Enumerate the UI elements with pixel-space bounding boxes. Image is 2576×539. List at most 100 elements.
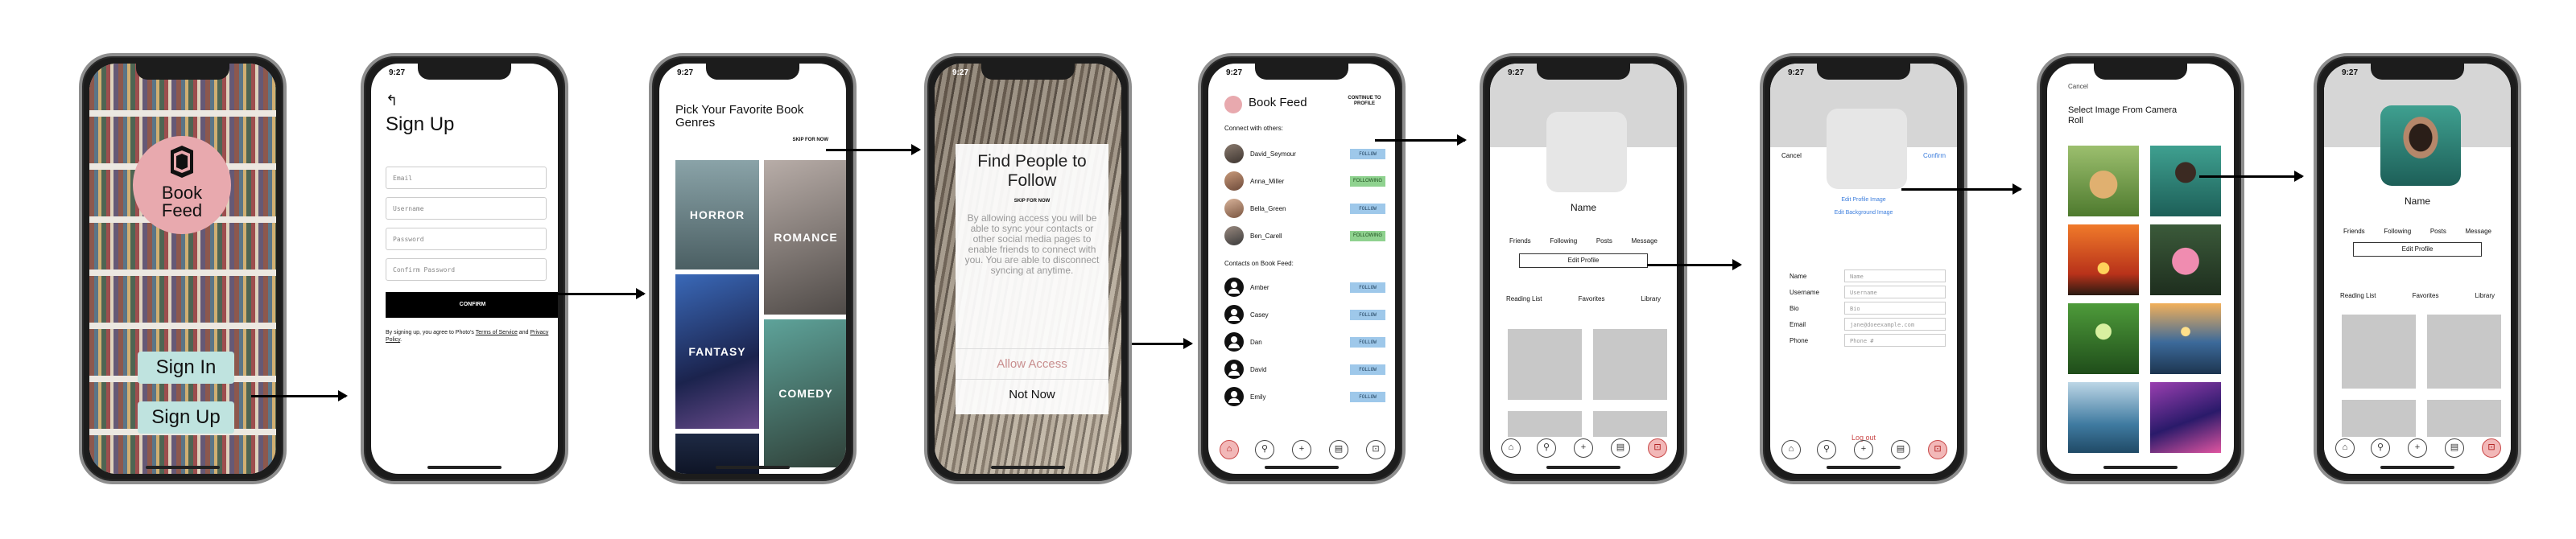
book-placeholder[interactable] [1593, 329, 1667, 400]
following-button[interactable]: FOLLOWING [1350, 176, 1385, 187]
photo-thumbnail[interactable] [2150, 303, 2221, 374]
tab-favorites[interactable]: Favorites [2413, 292, 2439, 299]
follow-button[interactable]: FOLLOW [1350, 364, 1385, 375]
confirm-password-field[interactable]: Confirm Password [386, 258, 547, 281]
confirm-button[interactable]: Confirm [1923, 152, 1946, 159]
password-field[interactable]: Password [386, 228, 547, 250]
library-icon[interactable]: ▤ [1329, 440, 1348, 459]
profile-avatar[interactable] [1827, 109, 1907, 189]
logo-text-line2: Feed [161, 200, 203, 220]
bio-field[interactable]: Bio [1844, 302, 1946, 315]
profile-name: Name [2404, 195, 2430, 207]
confirm-button[interactable]: CONFIRM [386, 292, 558, 318]
flow-arrow-6 [1647, 259, 1742, 270]
plus-icon[interactable]: + [1854, 440, 1873, 459]
phone-field[interactable]: Phone # [1844, 334, 1946, 347]
tab-reading-list[interactable]: Reading List [2340, 292, 2376, 299]
flow-arrow-5 [1375, 134, 1467, 146]
search-icon[interactable]: ⚲ [2371, 438, 2390, 458]
find-people-modal: Find People to Follow SKIP FOR NOW By al… [956, 144, 1108, 414]
edit-profile-button[interactable]: Edit Profile [1519, 253, 1648, 268]
posts-stat[interactable]: Posts [1596, 237, 1612, 245]
phone-sign-up: 9:27 ↰ Sign Up Email Username Password C… [361, 53, 568, 484]
cancel-button[interactable]: Cancel [2068, 83, 2088, 90]
follow-button[interactable]: FOLLOW [1350, 149, 1385, 159]
profile-avatar[interactable] [1546, 112, 1627, 192]
book-placeholder[interactable] [2427, 400, 2501, 440]
back-arrow-icon[interactable]: ↰ [386, 93, 398, 109]
genre-horror[interactable]: HORROR [675, 160, 759, 270]
plus-icon[interactable]: + [2408, 438, 2427, 458]
photo-thumbnail[interactable] [2068, 146, 2139, 216]
genre-comedy[interactable]: COMEDY [764, 319, 846, 467]
search-icon[interactable]: ⚲ [1255, 440, 1274, 459]
library-icon[interactable]: ▤ [2445, 438, 2464, 458]
photo-thumbnail[interactable] [2068, 303, 2139, 374]
allow-access-button[interactable]: Allow Access [956, 348, 1108, 379]
cancel-button[interactable]: Cancel [1781, 152, 1802, 159]
follow-button[interactable]: FOLLOW [1350, 282, 1385, 293]
follow-button[interactable]: FOLLOW [1350, 204, 1385, 214]
friends-stat[interactable]: Friends [2343, 228, 2365, 235]
profile-avatar[interactable] [2380, 105, 2461, 186]
photo-thumbnail[interactable] [2150, 382, 2221, 453]
not-now-button[interactable]: Not Now [956, 379, 1108, 409]
avatar [1224, 226, 1244, 245]
posts-stat[interactable]: Posts [2430, 228, 2446, 235]
username-field[interactable]: Username [386, 197, 547, 220]
tab-library[interactable]: Library [2475, 292, 2495, 299]
flow-arrow-1 [251, 390, 348, 401]
lock-icon[interactable]: ⊡ [1648, 438, 1667, 458]
skip-for-now-link[interactable]: SKIP FOR NOW [792, 138, 828, 142]
friends-stat[interactable]: Friends [1509, 237, 1531, 245]
edit-profile-image-link[interactable]: Edit Profile Image [1770, 197, 1957, 203]
lock-icon[interactable]: ⊡ [1928, 440, 1947, 459]
book-placeholder[interactable] [2342, 400, 2416, 440]
edit-profile-button[interactable]: Edit Profile [2353, 242, 2482, 257]
genre-fantasy[interactable]: FANTASY [675, 274, 759, 429]
photo-thumbnail[interactable] [2068, 382, 2139, 453]
plus-icon[interactable]: + [1574, 438, 1593, 458]
photo-thumbnail[interactable] [2068, 224, 2139, 295]
book-placeholder[interactable] [2342, 315, 2416, 389]
modal-skip-link[interactable]: SKIP FOR NOW [956, 199, 1108, 204]
email-field[interactable]: Email [386, 167, 547, 189]
following-stat[interactable]: Following [1550, 237, 1577, 245]
follow-button[interactable]: FOLLOW [1350, 392, 1385, 402]
follow-button[interactable]: FOLLOW [1350, 310, 1385, 320]
genre-romance[interactable]: ROMANCE [764, 160, 846, 315]
email-field[interactable]: jane@doeexample.com [1844, 318, 1946, 331]
home-icon[interactable]: ⌂ [1781, 440, 1801, 459]
edit-background-image-link[interactable]: Edit Background Image [1770, 210, 1957, 216]
home-icon[interactable]: ⌂ [2335, 438, 2355, 458]
lock-icon[interactable]: ⊡ [2482, 438, 2501, 458]
sign-in-button[interactable]: Sign In [138, 352, 234, 384]
tab-reading-list[interactable]: Reading List [1506, 295, 1542, 302]
screen-profile-updated: 9:27 Name Friends Following Posts Messag… [2324, 64, 2511, 474]
library-icon[interactable]: ▤ [1891, 440, 1910, 459]
tab-library[interactable]: Library [1641, 295, 1661, 302]
message-stat[interactable]: Message [1632, 237, 1657, 245]
home-icon[interactable]: ⌂ [1220, 440, 1239, 459]
follow-button[interactable]: FOLLOW [1350, 337, 1385, 348]
username-field[interactable]: Username [1844, 286, 1946, 298]
search-icon[interactable]: ⚲ [1537, 438, 1556, 458]
following-button[interactable]: FOLLOWING [1350, 231, 1385, 241]
terms-of-service-link[interactable]: Terms of Service [476, 330, 518, 335]
name-field[interactable]: Name [1844, 270, 1946, 282]
tab-favorites[interactable]: Favorites [1579, 295, 1605, 302]
lock-icon[interactable]: ⊡ [1366, 440, 1385, 459]
library-icon[interactable]: ▤ [1611, 438, 1630, 458]
photo-thumbnail[interactable] [2150, 224, 2221, 295]
plus-icon[interactable]: + [1292, 440, 1311, 459]
photo-thumbnail[interactable] [2150, 146, 2221, 216]
following-stat[interactable]: Following [2384, 228, 2411, 235]
list-item: Ben_Carell FOLLOWING [1224, 226, 1385, 247]
message-stat[interactable]: Message [2466, 228, 2491, 235]
search-icon[interactable]: ⚲ [1817, 440, 1836, 459]
continue-to-profile-link[interactable]: CONTINUE TO PROFILE [1347, 96, 1382, 107]
book-placeholder[interactable] [1508, 329, 1582, 400]
sign-up-button[interactable]: Sign Up [138, 401, 234, 434]
home-icon[interactable]: ⌂ [1501, 438, 1521, 458]
book-placeholder[interactable] [2427, 315, 2501, 389]
